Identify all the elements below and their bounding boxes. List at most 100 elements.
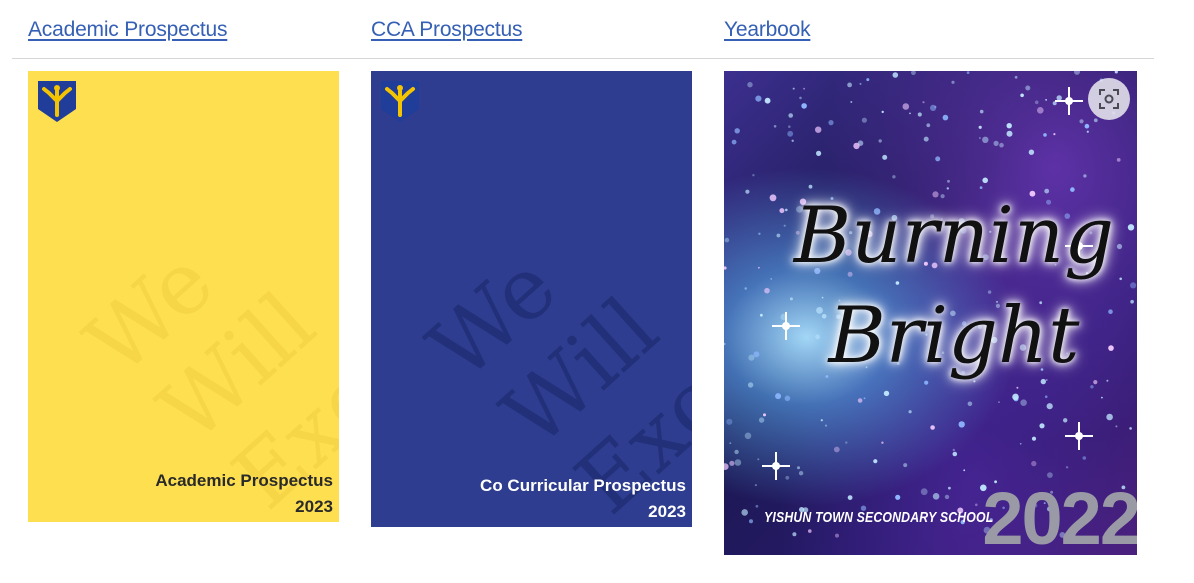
sparkle-dot: [903, 463, 908, 468]
sparkle-dot: [799, 96, 802, 100]
yearbook-title-line1: Burning: [793, 191, 1115, 281]
sparkle-dot: [1053, 133, 1056, 136]
sparkle-dot: [895, 494, 901, 500]
sparkle-dot: [881, 110, 884, 114]
sparkle-dot: [744, 287, 747, 290]
sparkle-dot: [911, 71, 916, 76]
sparkle-dot: [755, 504, 759, 508]
star-core: [772, 462, 780, 470]
sparkle-dot: [1031, 460, 1037, 467]
sparkle-dot: [982, 177, 988, 184]
sparkle-dot: [729, 460, 735, 466]
sparkle-dot: [808, 529, 812, 533]
sparkle-dot: [726, 418, 733, 425]
sparkle-dot: [792, 532, 797, 537]
sparkle-dot: [764, 97, 771, 104]
cover-title-year: 2023: [648, 502, 686, 521]
sparkle-dot: [908, 410, 912, 414]
sparkle-dot: [947, 179, 950, 183]
sparkle-dot: [758, 266, 760, 269]
sparkle-dot: [787, 130, 794, 137]
sparkle-dot: [835, 533, 839, 538]
sparkle-dot: [758, 232, 761, 235]
academic-prospectus-cover[interactable]: We Will Excel Academic Prospectus 2023: [28, 71, 339, 522]
sparkle-dot: [922, 101, 925, 104]
sparkle-dot: [724, 463, 729, 470]
sparkle-dot: [801, 103, 807, 109]
sparkle-dot: [1084, 123, 1090, 129]
sparkle-dot: [770, 278, 772, 280]
yearbook-cover[interactable]: Burning Bright YISHUN TOWN SECONDARY SCH…: [724, 71, 1137, 555]
sparkle-dot: [1031, 436, 1037, 441]
cca-prospectus-link[interactable]: CCA Prospectus: [371, 18, 522, 42]
yearbook-link[interactable]: Yearbook: [724, 18, 811, 42]
sparkle-dot: [1016, 386, 1019, 389]
sparkle-dot: [757, 458, 760, 461]
sparkle-dot: [769, 194, 777, 202]
cover-watermark: We Will Excel: [67, 71, 339, 522]
sparkle-dot: [850, 101, 853, 103]
sparkle-dot: [741, 509, 748, 516]
yearbook-title-line2: Bright: [828, 291, 1080, 381]
sparkle-dot: [1034, 100, 1039, 105]
sparkle-dot: [1044, 395, 1048, 399]
sparkle-dot: [963, 469, 966, 472]
sparkle-dot: [1074, 71, 1080, 75]
sparkle-dot: [942, 114, 949, 121]
sparkle-dot: [883, 390, 890, 397]
sparkle-dot: [764, 287, 770, 294]
sparkle-dot: [934, 105, 937, 108]
sparkle-dot: [788, 113, 793, 118]
sparkle-dot: [749, 519, 753, 524]
sparkle-dot: [1114, 71, 1118, 74]
header-divider: [12, 58, 1154, 59]
sparkle-dot: [724, 342, 726, 346]
sparkle-dot: [1129, 427, 1132, 430]
sparkle-dot: [873, 459, 878, 464]
sparkle-dot: [753, 351, 760, 358]
sparkle-dot: [917, 112, 922, 117]
sparkle-dot: [982, 136, 989, 143]
school-crest-icon: [381, 81, 419, 122]
sparkle-dot: [1020, 93, 1024, 98]
sparkle-dot: [863, 397, 866, 400]
sparkle-dot: [853, 142, 860, 150]
sparkle-dot: [881, 441, 884, 444]
sparkle-dot: [820, 419, 823, 422]
sparkle-dot: [952, 448, 955, 452]
sparkle-dot: [744, 432, 752, 440]
sparkle-dot: [815, 126, 822, 133]
visual-search-icon: [1099, 89, 1119, 109]
sparkle-dot: [892, 175, 896, 179]
cover-title-line1: Academic Prospectus: [155, 471, 333, 490]
sparkle-dot: [758, 417, 765, 423]
sparkle-dot: [935, 156, 941, 162]
sparkle-dot: [1083, 174, 1087, 178]
sparkle-dot: [1037, 107, 1044, 114]
sparkle-dot: [748, 354, 755, 361]
sparkle-dot: [745, 189, 750, 194]
sparkle-dot: [734, 128, 740, 134]
visual-search-button[interactable]: [1088, 78, 1130, 120]
sparkle-dot: [952, 451, 958, 457]
sparkle-dot: [803, 87, 805, 90]
sparkle-dot: [1106, 413, 1113, 421]
sparkle-dot: [958, 421, 965, 428]
sparkle-dot: [859, 82, 862, 85]
sparkle-dot: [845, 441, 848, 444]
sparkle-dot: [979, 137, 981, 139]
sparkle-dot: [1006, 130, 1013, 137]
sparkle-dot: [1014, 75, 1018, 79]
sparkle-dot: [1028, 149, 1035, 155]
sparkle-dot: [1127, 224, 1135, 231]
sparkle-dot: [747, 82, 753, 88]
sparkle-dot: [1101, 396, 1103, 399]
cca-prospectus-cover[interactable]: We Will Excel Co Curricular Prospectus 2…: [371, 71, 692, 527]
academic-prospectus-link[interactable]: Academic Prospectus: [28, 18, 227, 42]
sparkle-dot: [760, 313, 763, 317]
sparkle-dot: [1086, 130, 1089, 133]
sparkle-dot: [1020, 399, 1027, 407]
sparkle-dot: [816, 150, 822, 156]
sparkle-dot: [951, 80, 955, 84]
sparkle-dot: [932, 493, 940, 500]
